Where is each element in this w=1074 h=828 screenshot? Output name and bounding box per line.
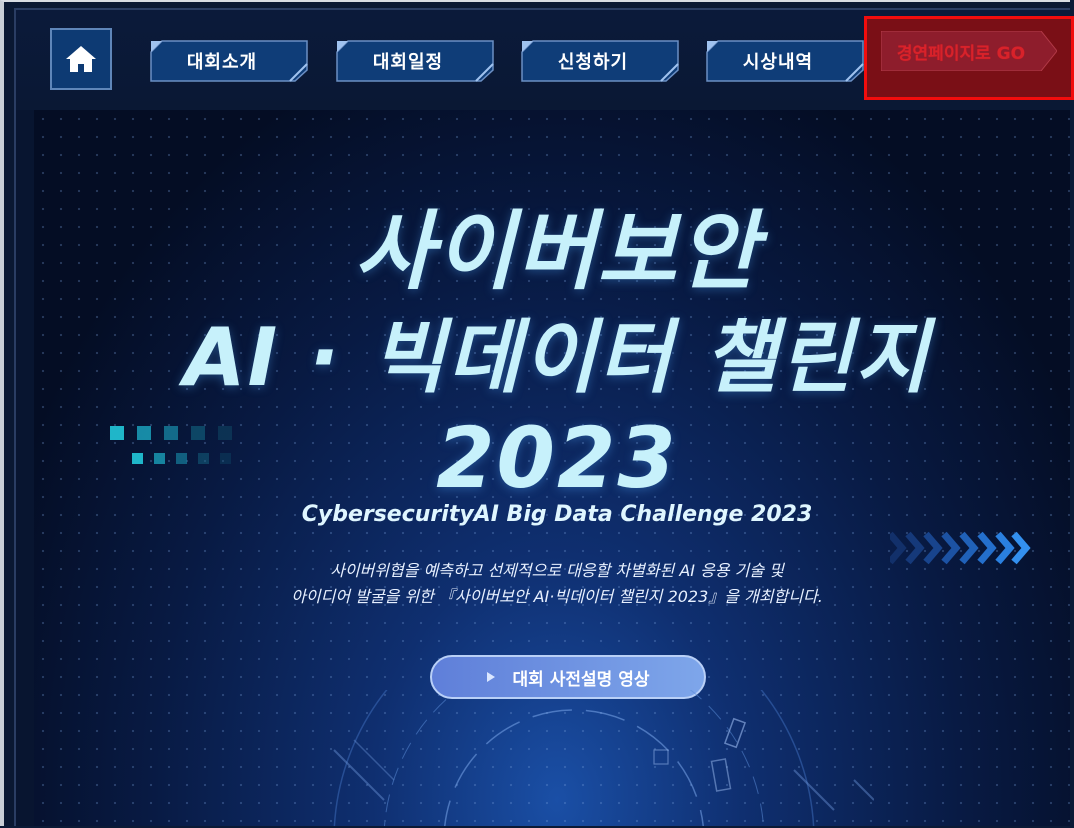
nav-item-apply[interactable]: 신청하기	[521, 40, 679, 82]
video-button-label: 대회 사전설명 영상	[512, 669, 650, 690]
hero-description: 사이버위협을 예측하고 선제적으로 대응할 차별화된 AI 응용 기술 및 아이…	[34, 558, 1070, 610]
home-icon	[66, 46, 96, 72]
hero-title-line2: AI · 빅데이터 챌린지	[183, 311, 931, 404]
go-button-label: 경연페이지로 GO	[896, 43, 1026, 64]
browser-frame: 대회소개 대회일정 신청하기 시상내역 사이버보안 AI · 빅데이터 챌린지 …	[0, 0, 1070, 826]
home-button[interactable]	[50, 28, 112, 90]
play-icon	[486, 672, 495, 682]
circuit-ring-decoration	[333, 690, 874, 826]
nav-item-intro[interactable]: 대회소개	[150, 40, 308, 82]
nav-item-label: 대회일정	[372, 52, 444, 73]
nav-item-label: 대회소개	[186, 52, 258, 73]
page-container: 대회소개 대회일정 신청하기 시상내역 사이버보안 AI · 빅데이터 챌린지 …	[14, 8, 1070, 826]
nav-item-schedule[interactable]: 대회일정	[336, 40, 494, 82]
hero-title-line1: 사이버보안	[354, 202, 760, 302]
nav-item-label: 시상내역	[742, 52, 814, 73]
nav-item-awards[interactable]: 시상내역	[706, 40, 864, 82]
hero-description-line2: 아이디어 발굴을 위한 『사이버보안 AI·빅데이터 챌린지 2023』을 개최…	[291, 587, 823, 606]
hero-subtitle-english: CybersecurityAI Big Data Challenge 2023	[301, 502, 813, 527]
hero-title-line3: 2023	[436, 409, 678, 507]
nav-item-label: 신청하기	[557, 52, 629, 73]
hero-section: 사이버보안 AI · 빅데이터 챌린지 2023 CybersecurityAI…	[34, 110, 1070, 826]
hero-description-line1: 사이버위협을 예측하고 선제적으로 대응할 차별화된 AI 응용 기술 및	[330, 561, 784, 580]
contest-page-go-button[interactable]: 경연페이지로 GO	[864, 16, 1074, 100]
